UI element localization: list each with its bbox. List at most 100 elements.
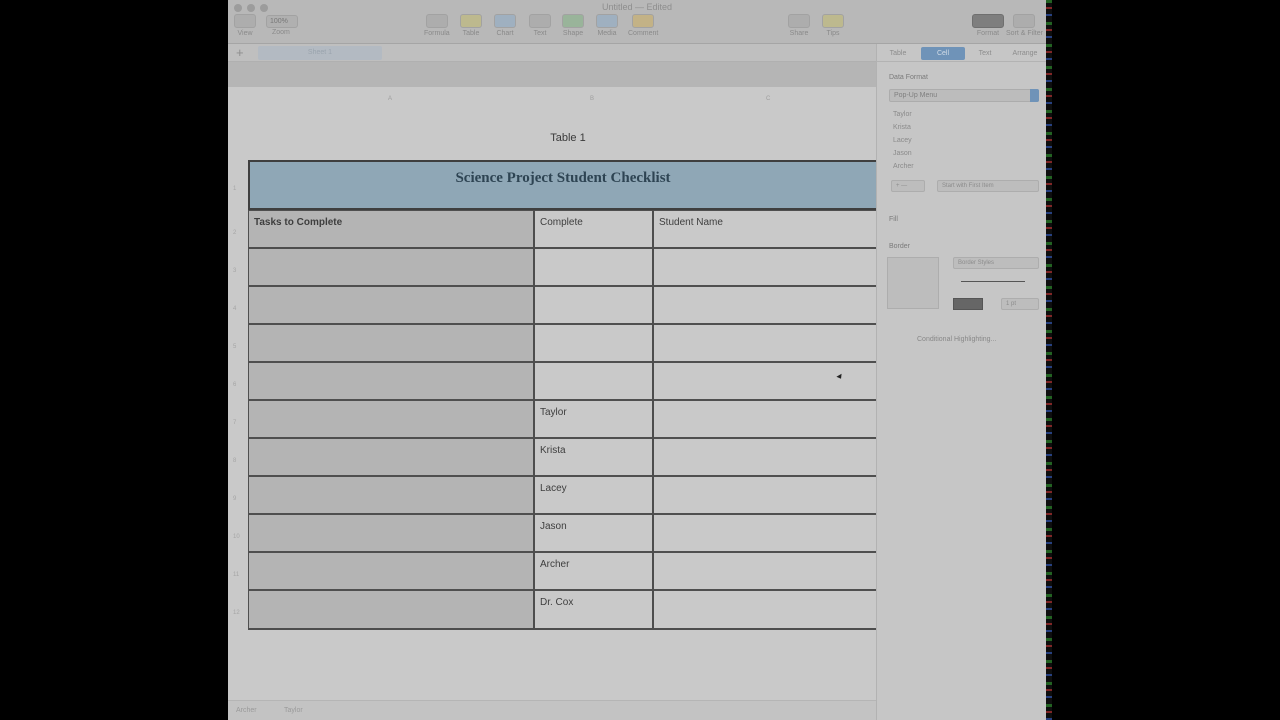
formula-button[interactable]: Formula bbox=[424, 14, 450, 37]
zoom-select[interactable]: 100% bbox=[266, 15, 298, 28]
table-button[interactable]: Table bbox=[460, 14, 482, 37]
complete-cell[interactable]: Dr. Cox bbox=[534, 590, 653, 630]
column-letter[interactable]: B bbox=[590, 96, 594, 102]
task-cell[interactable] bbox=[248, 362, 534, 400]
row-number[interactable]: 9 bbox=[233, 496, 236, 502]
row-number[interactable]: 11 bbox=[233, 572, 239, 578]
task-cell[interactable] bbox=[248, 514, 534, 552]
complete-cell[interactable]: Lacey bbox=[534, 476, 653, 514]
task-cell[interactable] bbox=[248, 286, 534, 324]
complete-cell[interactable] bbox=[534, 286, 653, 324]
tab-cell[interactable]: Cell bbox=[921, 47, 965, 60]
table-header-cell[interactable]: Science Project Student Checklist bbox=[248, 160, 878, 210]
comment-button[interactable]: Comment bbox=[628, 14, 658, 37]
row-divider bbox=[248, 247, 878, 249]
task-cell[interactable] bbox=[248, 324, 534, 362]
paintbrush-icon bbox=[972, 14, 1004, 28]
border-color-well[interactable] bbox=[953, 298, 983, 310]
column-letter[interactable]: A bbox=[388, 96, 392, 102]
task-cell[interactable] bbox=[248, 438, 534, 476]
student-name-cell[interactable] bbox=[653, 286, 878, 324]
data-format-popup[interactable]: Pop-Up Menu bbox=[889, 89, 1039, 102]
tips-button[interactable]: Tips bbox=[822, 14, 844, 37]
column-divider bbox=[652, 210, 654, 630]
complete-cell[interactable]: Taylor bbox=[534, 400, 653, 438]
sheet-tab-active[interactable]: Sheet 1 bbox=[258, 46, 382, 60]
tab-text[interactable]: Text bbox=[973, 47, 997, 60]
task-cell[interactable] bbox=[248, 400, 534, 438]
conditional-highlighting-button[interactable]: Conditional Highlighting... bbox=[917, 336, 996, 343]
complete-cell[interactable]: Jason bbox=[534, 514, 653, 552]
view-button[interactable]: View bbox=[234, 14, 256, 37]
row-number[interactable]: 10 bbox=[233, 534, 240, 540]
screen-edge-artifact bbox=[1046, 0, 1052, 720]
task-cell[interactable] bbox=[248, 590, 534, 630]
student-name-cell[interactable] bbox=[653, 248, 878, 286]
student-name-cell[interactable] bbox=[653, 324, 878, 362]
task-cell[interactable] bbox=[248, 552, 534, 590]
media-button[interactable]: Media bbox=[596, 14, 618, 37]
task-cell[interactable] bbox=[248, 476, 534, 514]
column-header-tasks[interactable]: Tasks to Complete bbox=[248, 210, 534, 248]
complete-cell[interactable] bbox=[534, 248, 653, 286]
row-number[interactable]: 8 bbox=[233, 458, 236, 464]
text-button[interactable]: Text bbox=[529, 14, 551, 37]
start-with-popup[interactable]: Start with First Item bbox=[937, 180, 1039, 192]
chart-button[interactable]: Chart bbox=[494, 14, 516, 37]
status-left-text: Archer bbox=[236, 707, 257, 714]
student-name-cell[interactable] bbox=[653, 438, 878, 476]
student-name-cell[interactable] bbox=[653, 552, 878, 590]
lightbulb-icon bbox=[822, 14, 844, 28]
row-number[interactable]: 12 bbox=[233, 610, 240, 616]
border-width-stepper[interactable]: 1 pt bbox=[1001, 298, 1039, 310]
task-cell[interactable] bbox=[248, 248, 534, 286]
border-label: Border bbox=[889, 243, 911, 250]
tab-arrange[interactable]: Arrange bbox=[1005, 47, 1045, 60]
student-name-cell[interactable] bbox=[653, 514, 878, 552]
border-line-style[interactable] bbox=[961, 281, 1025, 282]
shape-button[interactable]: Shape bbox=[562, 14, 584, 37]
row-number[interactable]: 5 bbox=[233, 344, 236, 350]
column-header-complete[interactable]: Complete bbox=[534, 210, 653, 248]
row-number[interactable]: 4 bbox=[233, 306, 236, 312]
tab-table[interactable]: Table bbox=[883, 47, 913, 60]
complete-cell[interactable]: Krista bbox=[534, 438, 653, 476]
row-divider bbox=[248, 628, 878, 630]
status-right-text: Taylor bbox=[284, 707, 303, 714]
menu-item[interactable]: Archer bbox=[893, 163, 914, 170]
fill-label[interactable]: Fill bbox=[889, 216, 898, 223]
student-name-cell[interactable] bbox=[653, 590, 878, 630]
add-remove-item-buttons[interactable]: + — bbox=[891, 180, 925, 192]
row-number[interactable]: 3 bbox=[233, 268, 236, 274]
format-button[interactable]: Format bbox=[972, 14, 1004, 37]
sort-icon bbox=[1013, 14, 1036, 28]
add-sheet-button[interactable]: + bbox=[236, 45, 244, 60]
sort-filter-button[interactable]: Sort & Filter bbox=[1006, 14, 1043, 37]
column-letter[interactable]: C bbox=[766, 96, 770, 102]
student-name-cell[interactable] bbox=[653, 400, 878, 438]
row-number[interactable]: 2 bbox=[233, 230, 236, 236]
complete-cell[interactable] bbox=[534, 362, 653, 400]
border-styles-popup[interactable]: Border Styles bbox=[953, 257, 1039, 269]
row-number[interactable]: 6 bbox=[233, 382, 236, 388]
menu-item[interactable]: Lacey bbox=[893, 137, 912, 144]
menu-item[interactable]: Taylor bbox=[893, 111, 912, 118]
row-number[interactable]: 1 bbox=[233, 186, 236, 192]
media-icon bbox=[596, 14, 618, 28]
toolbar: Untitled — Edited View 100% Zoom Formula… bbox=[228, 0, 1046, 44]
menu-item[interactable]: Krista bbox=[893, 124, 911, 131]
share-button[interactable]: Share bbox=[788, 14, 810, 37]
zoom-label: Zoom bbox=[272, 29, 290, 36]
table-title[interactable]: Table 1 bbox=[248, 132, 888, 144]
text-icon bbox=[529, 14, 551, 28]
complete-cell[interactable] bbox=[534, 324, 653, 362]
share-icon bbox=[788, 14, 810, 28]
column-header-student-name[interactable]: Student Name bbox=[653, 210, 878, 248]
student-name-cell[interactable] bbox=[653, 476, 878, 514]
menu-item[interactable]: Jason bbox=[893, 150, 912, 157]
border-selector[interactable] bbox=[887, 257, 939, 309]
student-name-cell[interactable] bbox=[653, 362, 878, 400]
shape-icon bbox=[562, 14, 584, 28]
complete-cell[interactable]: Archer bbox=[534, 552, 653, 590]
row-number[interactable]: 7 bbox=[233, 420, 236, 426]
